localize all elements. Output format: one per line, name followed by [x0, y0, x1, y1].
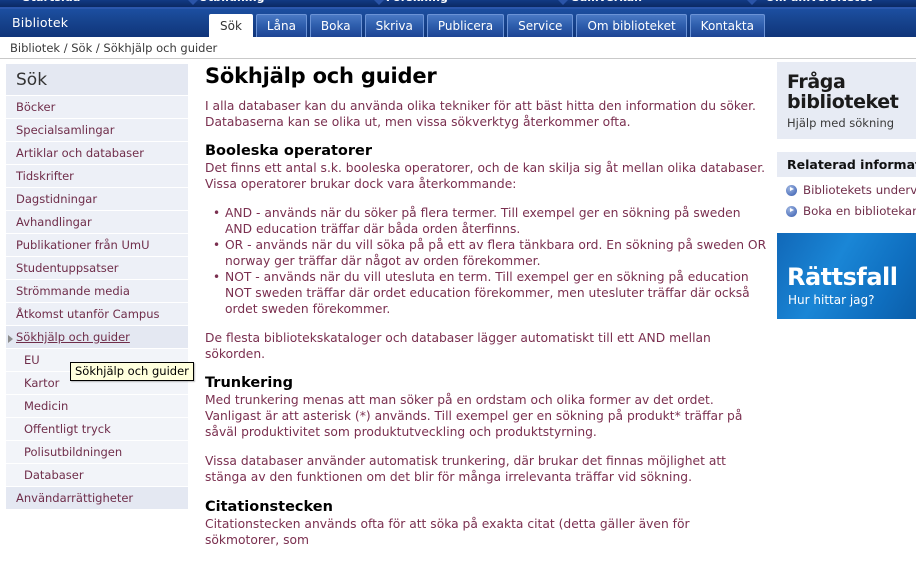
related-links-list: Bibliotekets undervisning Boka en bibliot…: [777, 177, 916, 219]
chevron-down-icon: [744, 0, 759, 5]
sidebar-item-label: Dagstidningar: [16, 192, 98, 206]
sidebar-item-studentuppsatser[interactable]: Studentuppsatser: [6, 257, 188, 280]
tab-skriva[interactable]: Skriva: [364, 14, 424, 37]
sidebar-item-str-mmande-media[interactable]: Strömmande media: [6, 280, 188, 303]
chevron-right-icon: [8, 335, 13, 343]
sidebar-item-b-cker[interactable]: Böcker: [6, 96, 188, 119]
sidebar-item-label: Databaser: [24, 468, 84, 482]
sidebar-item-offentligt-tryck[interactable]: Offentligt tryck: [6, 418, 188, 441]
list-item: AND - används när du söker på flera term…: [213, 205, 767, 237]
tooltip: Sökhjälp och guider: [70, 362, 194, 381]
breadcrumb[interactable]: Bibliotek / Sök / Sökhjälp och guider: [10, 41, 217, 55]
tab-låna[interactable]: Låna: [255, 14, 307, 37]
breadcrumb-bar: Bibliotek / Sök / Sökhjälp och guider: [0, 37, 916, 59]
sidebar-item-label: Specialsamlingar: [16, 123, 115, 137]
sidebar-item-label: Avhandlingar: [16, 215, 92, 229]
university-menu-item[interactable]: Startsida: [23, 0, 81, 4]
trunkering-paragraph-2: Vissa databaser använder automatisk trun…: [205, 454, 727, 484]
tab-kontakta[interactable]: Kontakta: [689, 14, 765, 37]
left-sidebar: Sök Böcker Specialsamlingar Artiklar och d…: [6, 64, 188, 510]
sidebar-item-label: Strömmande media: [16, 284, 130, 298]
ask-library-box[interactable]: Fråga biblioteket Hjälp med sökning: [777, 62, 916, 139]
sidebar-item-label: Offentligt tryck: [24, 422, 111, 436]
tab-sök[interactable]: Sök: [209, 14, 253, 37]
boolean-intro-paragraph: Det finns ett antal s.k. booleska operat…: [205, 161, 766, 191]
chevron-down-icon: [186, 0, 201, 5]
main-tabs: Sök Låna Boka Skriva Publicera Service Om bibl…: [209, 14, 765, 37]
related-link-label: Boka en bibliotekarie: [803, 204, 916, 218]
sidebar-item-dagstidningar[interactable]: Dagstidningar: [6, 188, 188, 211]
tab-om-biblioteket[interactable]: Om biblioteket: [576, 14, 687, 37]
list-item: NOT - används när du vill utesluta en te…: [213, 269, 767, 317]
sidebar-item-publikationer-fr-n-umu[interactable]: Publikationer från UmU: [6, 234, 188, 257]
list-item: OR - används när du vill söka på på ett …: [213, 237, 767, 269]
related-information-heading: Relaterad information: [777, 152, 916, 177]
university-menu-item[interactable]: Om universitetet: [766, 0, 873, 4]
sidebar-item-artiklar-och-databaser[interactable]: Artiklar och databaser: [6, 142, 188, 165]
right-sidebar: Fråga biblioteket Hjälp med sökning Rela…: [777, 62, 916, 319]
sidebar-item-label: Studentuppsatser: [16, 261, 119, 275]
play-bullet-icon: [786, 205, 797, 217]
sidebar-item-avhandlingar[interactable]: Avhandlingar: [6, 211, 188, 234]
university-menu-item[interactable]: Samverkan: [572, 0, 642, 4]
sidebar-item-polisutbildningen[interactable]: Polisutbildningen: [6, 441, 188, 464]
brand-label[interactable]: Bibliotek: [12, 15, 68, 30]
sidebar-item-anv-ndarr-ttigheter[interactable]: Användarrättigheter: [6, 487, 188, 510]
library-navbar: Bibliotek Sök Låna Boka Skriva Publicera Serv…: [0, 9, 916, 37]
sidebar-item-databaser[interactable]: Databaser: [6, 464, 188, 487]
related-link[interactable]: Bibliotekets undervisning: [777, 177, 916, 198]
sidebar-item-label: Publikationer från UmU: [16, 238, 150, 252]
sidebar-item-label: Polisutbildningen: [24, 445, 123, 459]
heading-citationstecken: Citationstecken: [205, 499, 333, 515]
tab-boka[interactable]: Boka: [309, 14, 362, 37]
ask-library-title: Fråga biblioteket: [787, 71, 899, 113]
sidebar-item-label: Kartor: [24, 376, 60, 390]
tab-service[interactable]: Service: [507, 14, 574, 37]
sidebar-item-medicin[interactable]: Medicin: [6, 395, 188, 418]
heading-trunkering: Trunkering: [205, 375, 294, 391]
sidebar-item-s-khj-lp-och-guider[interactable]: Sökhjälp och guider: [6, 326, 188, 349]
sidebar-item-label: Tidskrifter: [16, 169, 74, 183]
sidebar-item-label: Sökhjälp och guider: [16, 330, 130, 344]
university-menu-item[interactable]: Forskning: [386, 0, 448, 4]
sidebar-item-label: Artiklar och databaser: [16, 146, 144, 160]
sidebar-item-tidskrifter[interactable]: Tidskrifter: [6, 165, 188, 188]
sidebar-item-specialsamlingar[interactable]: Specialsamlingar: [6, 119, 188, 142]
sidebar-item-label: Åtkomst utanför Campus: [16, 307, 160, 321]
intro-paragraph: I alla databaser kan du använda olika te…: [205, 99, 756, 129]
related-link[interactable]: Boka en bibliotekarie: [777, 198, 916, 219]
boolean-operators-list: AND - används när du söker på flera term…: [205, 205, 767, 317]
promo-subtitle: Hur hittar jag?: [788, 293, 875, 307]
page-title: Sökhjälp och guider: [205, 64, 437, 88]
chevron-down-icon: [371, 0, 386, 5]
sidebar-item-label: Medicin: [24, 399, 69, 413]
citationstecken-paragraph-1: Citationstecken används ofta för att sök…: [205, 517, 690, 547]
heading-booleska-operatorer: Booleska operatorer: [205, 143, 373, 159]
sidebar-nav-list: Böcker Specialsamlingar Artiklar och datab…: [6, 96, 188, 510]
boolean-outro-paragraph: De flesta bibliotekskataloger och databa…: [205, 331, 711, 361]
tab-publicera[interactable]: Publicera: [426, 14, 505, 37]
sidebar-item-label: Böcker: [16, 100, 56, 114]
sidebar-item-tkomst-utanf-r-campus[interactable]: Åtkomst utanför Campus: [6, 303, 188, 326]
promo-title: Rättsfall: [787, 263, 898, 291]
trunkering-paragraph-1: Med trunkering menas att man söker på en…: [205, 393, 743, 439]
play-bullet-icon: [786, 184, 797, 196]
sidebar-item-label: Användarrättigheter: [16, 491, 134, 505]
ask-library-subtitle: Hjälp med sökning: [787, 116, 895, 130]
sidebar-title: Sök: [6, 64, 188, 96]
sidebar-item-label: EU: [24, 353, 40, 367]
university-menu-item[interactable]: Utbildning: [199, 0, 265, 4]
chevron-down-icon: [556, 0, 571, 5]
main-content: Sökhjälp och guider I alla databaser kan…: [205, 64, 767, 561]
promo-box-rattsfall[interactable]: Rättsfall Hur hittar jag?: [777, 233, 916, 319]
related-link-label: Bibliotekets undervisning: [803, 183, 916, 197]
